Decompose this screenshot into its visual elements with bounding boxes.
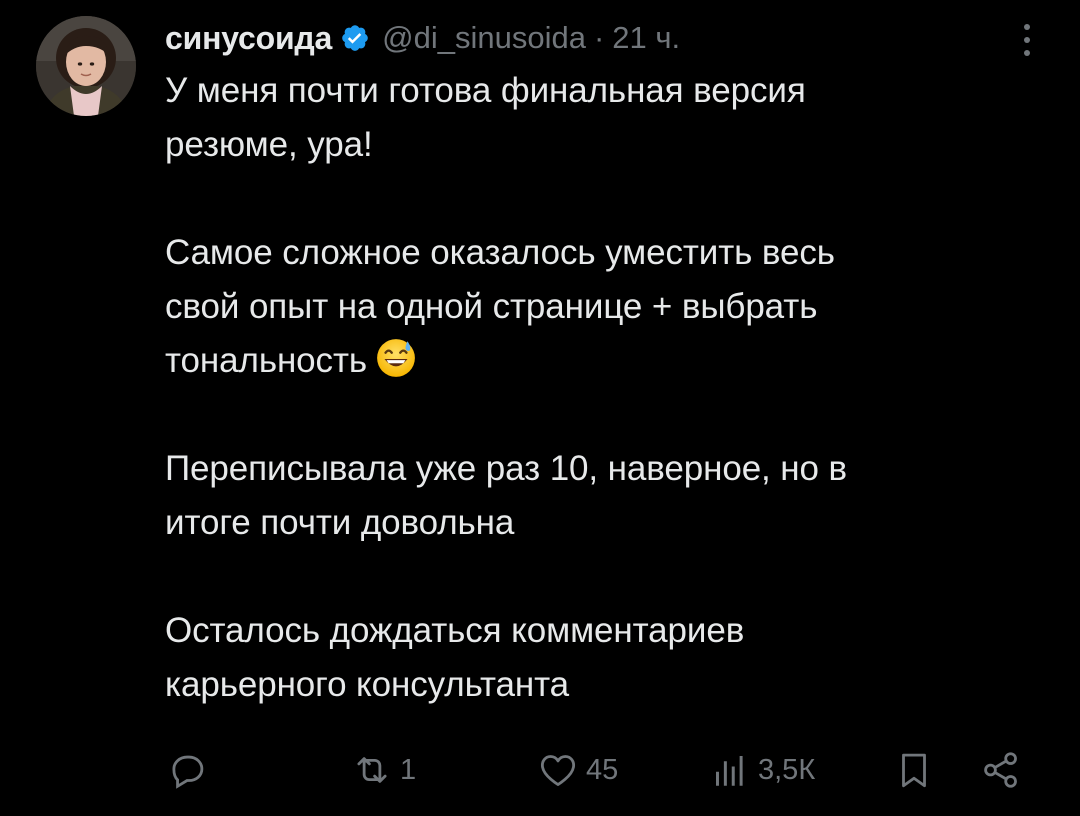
post-timestamp[interactable]: 21 ч. [612,20,680,56]
separator-dot: · [593,20,605,55]
share-button[interactable] [980,740,1022,800]
text-line: тональность [165,341,368,380]
paragraph-1: У меня почти готова финальная версия рез… [165,64,1025,172]
bookmark-button[interactable] [893,740,935,800]
text-line: У меня почти готова финальная версия [165,71,806,110]
tweet[interactable]: синусоида @di_sinusoida · 21 ч. У меня п… [0,0,1080,816]
text-line: Переписывала уже раз 10, наверное, но в [165,449,848,488]
repost-icon [357,757,387,783]
text-line: карьерного консультанта [165,665,570,704]
verified-badge-icon[interactable] [340,23,370,53]
share-icon [984,752,1017,788]
heart-icon [540,755,576,786]
views-bar-chart-icon [716,756,743,786]
author-handle[interactable]: @di_sinusoida [382,20,586,56]
views-count: 3,5К [758,753,816,786]
tweet-text: У меня почти готова финальная версия рез… [165,64,1025,712]
repost-count: 1 [400,753,417,786]
views-button[interactable]: 3,5К [708,740,815,800]
text-line: итоге почти довольна [165,503,515,542]
paragraph-2: Самое сложное оказалось уместить весь св… [165,226,1025,388]
text-line: Самое сложное оказалось уместить весь [165,233,835,272]
author-display-name[interactable]: синусоида [165,20,332,57]
grinning-face-with-sweat-icon [375,337,417,379]
text-line: резюме, ура! [165,125,373,164]
paragraph-4: Осталось дождаться комментариев карьерно… [165,604,1025,712]
like-button[interactable]: 45 [536,740,618,800]
bookmark-icon [902,753,926,788]
tweet-header: синусоида @di_sinusoida · 21 ч. [165,16,680,60]
more-options-button[interactable] [1010,18,1044,62]
avatar[interactable] [36,16,136,116]
repost-button[interactable]: 1 [350,740,416,800]
reply-button[interactable] [166,740,214,800]
action-bar: 1 45 3,5К [0,740,1080,800]
like-count: 45 [586,753,619,786]
text-line: Осталось дождаться комментариев [165,611,745,650]
more-vertical-icon [1024,24,1030,56]
reply-icon [172,755,204,789]
avatar-photo-icon [36,16,136,116]
paragraph-3: Переписывала уже раз 10, наверное, но в … [165,442,1025,550]
text-line: свой опыт на одной странице + выбрать [165,287,818,326]
